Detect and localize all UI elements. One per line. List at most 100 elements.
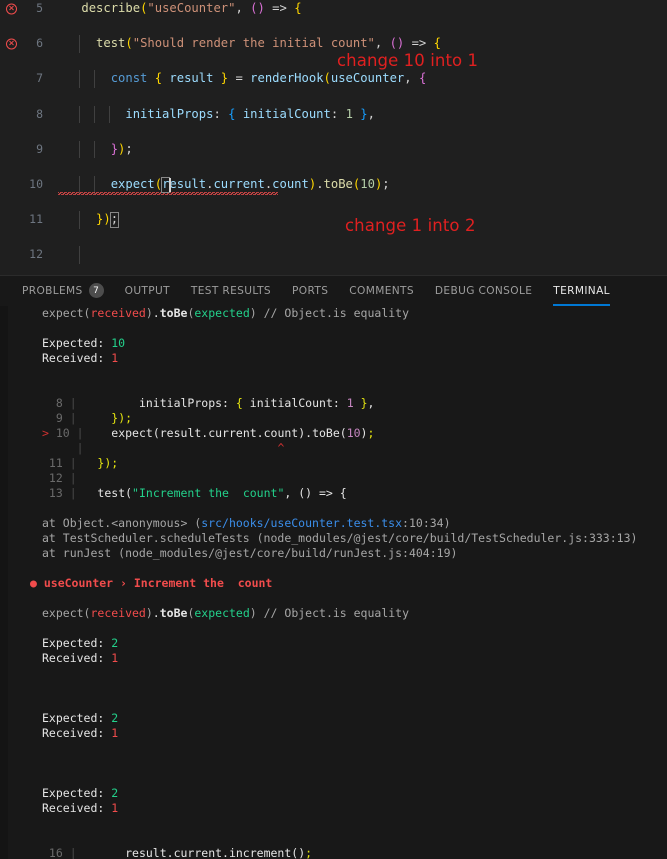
terminal-span: 13 bbox=[42, 486, 70, 500]
indent-guide bbox=[108, 105, 110, 124]
terminal-span bbox=[84, 426, 112, 440]
code-line[interactable]: × 5 describe("useCounter", () => { bbox=[0, 0, 667, 18]
terminal-span: 8 bbox=[42, 396, 70, 410]
terminal-span: Expected: bbox=[42, 786, 112, 800]
terminal-line: Expected: 2 bbox=[8, 636, 667, 651]
code-line[interactable]: 11 }); bbox=[0, 211, 667, 229]
terminal-span: expect( bbox=[42, 306, 91, 320]
code-token: count bbox=[272, 176, 309, 191]
terminal-output[interactable]: expect(received).toBe(expected) // Objec… bbox=[0, 306, 667, 859]
code-line[interactable]: 7 const { result } = renderHook(useCount… bbox=[0, 70, 667, 88]
terminal-span bbox=[77, 486, 98, 500]
code-token: "useCounter" bbox=[147, 1, 236, 15]
terminal-span: ; bbox=[305, 846, 313, 859]
panel-tab-bar: PROBLEMS 7 OUTPUT TEST RESULTS PORTS COMMENTS… bbox=[0, 276, 667, 306]
code-line[interactable]: 9 }); bbox=[0, 140, 667, 159]
code-token: : bbox=[330, 106, 346, 121]
code-line-text: }); bbox=[52, 211, 118, 229]
terminal-span: > bbox=[42, 426, 56, 440]
panel-tab-problems[interactable]: PROBLEMS 7 bbox=[22, 276, 104, 306]
code-line[interactable]: 8 initialProps: { initialCount: 1 }, bbox=[0, 105, 667, 124]
code-token: () bbox=[250, 1, 265, 15]
terminal-span: received bbox=[90, 306, 146, 320]
terminal-span bbox=[77, 411, 112, 425]
panel-tab-test-results[interactable]: TEST RESULTS bbox=[191, 276, 271, 306]
terminal-span: ) bbox=[249, 606, 257, 620]
terminal-span: expect( bbox=[42, 606, 91, 620]
terminal-span: Received: bbox=[42, 651, 112, 665]
terminal-line: expect(received).toBe(expected) // Objec… bbox=[8, 606, 667, 621]
terminal-span: , () => { bbox=[284, 486, 347, 500]
terminal-span: expected bbox=[194, 306, 250, 320]
panel-tab-output[interactable]: OUTPUT bbox=[125, 276, 170, 306]
panel-tab-label: TERMINAL bbox=[553, 284, 610, 297]
terminal-span: , bbox=[367, 396, 375, 410]
panel-tab-label: DEBUG CONSOLE bbox=[434, 284, 533, 297]
panel-tab-terminal[interactable]: TERMINAL bbox=[553, 276, 610, 306]
code-editor[interactable]: × 5 describe("useCounter", () => { × 6 test… bbox=[0, 0, 667, 275]
terminal-span bbox=[77, 396, 139, 410]
code-token: "Should render the initial count" bbox=[132, 36, 375, 51]
panel-tab-debug-console[interactable]: DEBUG CONSOLE bbox=[435, 276, 532, 306]
terminal-span: : bbox=[222, 396, 236, 410]
text-cursor bbox=[169, 178, 172, 192]
terminal-span: 1 bbox=[111, 801, 119, 815]
panel-tab-ports[interactable]: PORTS bbox=[292, 276, 328, 306]
code-line[interactable]: 12 bbox=[0, 246, 667, 264]
code-token: useCounter bbox=[330, 71, 405, 86]
terminal-span bbox=[84, 441, 278, 455]
terminal-span bbox=[243, 396, 250, 410]
terminal-span bbox=[42, 441, 77, 455]
indent-guide bbox=[79, 246, 81, 264]
code-line[interactable]: 10 expect(result.current.count).toBe(10)… bbox=[0, 175, 667, 195]
line-number: 12 bbox=[29, 247, 43, 262]
terminal-line: ● useCounter › Increment the count bbox=[8, 576, 667, 591]
code-token: ( bbox=[154, 176, 163, 191]
code-token: test bbox=[96, 36, 126, 51]
terminal-line: Received: 1 bbox=[8, 651, 667, 666]
panel-tab-label: TEST RESULTS bbox=[190, 284, 272, 297]
terminal-span: | bbox=[69, 411, 77, 425]
terminal-span: | bbox=[69, 471, 77, 485]
terminal-left-strip bbox=[0, 306, 8, 859]
terminal-span: initialProps bbox=[138, 396, 223, 410]
terminal-line: > 10 | expect(result.current.count).toBe… bbox=[8, 426, 667, 441]
terminal-span: // Object.is equality bbox=[256, 606, 410, 620]
terminal-line: 12 | bbox=[8, 471, 667, 486]
terminal-span: test( bbox=[97, 486, 133, 500]
terminal-span bbox=[354, 396, 361, 410]
code-token: } bbox=[110, 141, 119, 156]
terminal-span: 12 bbox=[42, 471, 70, 485]
terminal-span: 2 bbox=[111, 636, 119, 650]
terminal-span: at Object.<anonymous> ( bbox=[42, 516, 202, 530]
terminal-span: // Object.is equality bbox=[256, 306, 410, 320]
terminal-span: ) bbox=[249, 306, 257, 320]
terminal-span bbox=[77, 456, 98, 470]
code-token: ; bbox=[125, 141, 133, 156]
terminal-line: 16 | result.current.increment(); bbox=[8, 846, 667, 859]
code-token: => bbox=[264, 1, 295, 15]
code-token: , bbox=[404, 71, 419, 86]
indent-guide bbox=[94, 105, 96, 124]
code-line[interactable]: × 6 test("Should render the initial count… bbox=[0, 35, 667, 53]
terminal-span: . bbox=[152, 306, 160, 320]
terminal-line: at runJest (node_modules/@jest/core/buil… bbox=[8, 546, 667, 561]
terminal-span: ) bbox=[145, 306, 153, 320]
terminal-span: : bbox=[332, 396, 347, 410]
line-number: 6 bbox=[36, 36, 43, 51]
code-token: result bbox=[169, 71, 214, 86]
indent-guide bbox=[94, 140, 96, 159]
code-token: . bbox=[316, 176, 324, 191]
terminal-span: expected bbox=[194, 606, 250, 620]
panel-tab-comments[interactable]: COMMENTS bbox=[349, 276, 414, 306]
terminal-span: src/hooks/useCounter.test.tsx bbox=[201, 516, 403, 530]
code-token: ; bbox=[382, 176, 390, 191]
terminal-span: ● bbox=[30, 576, 44, 590]
